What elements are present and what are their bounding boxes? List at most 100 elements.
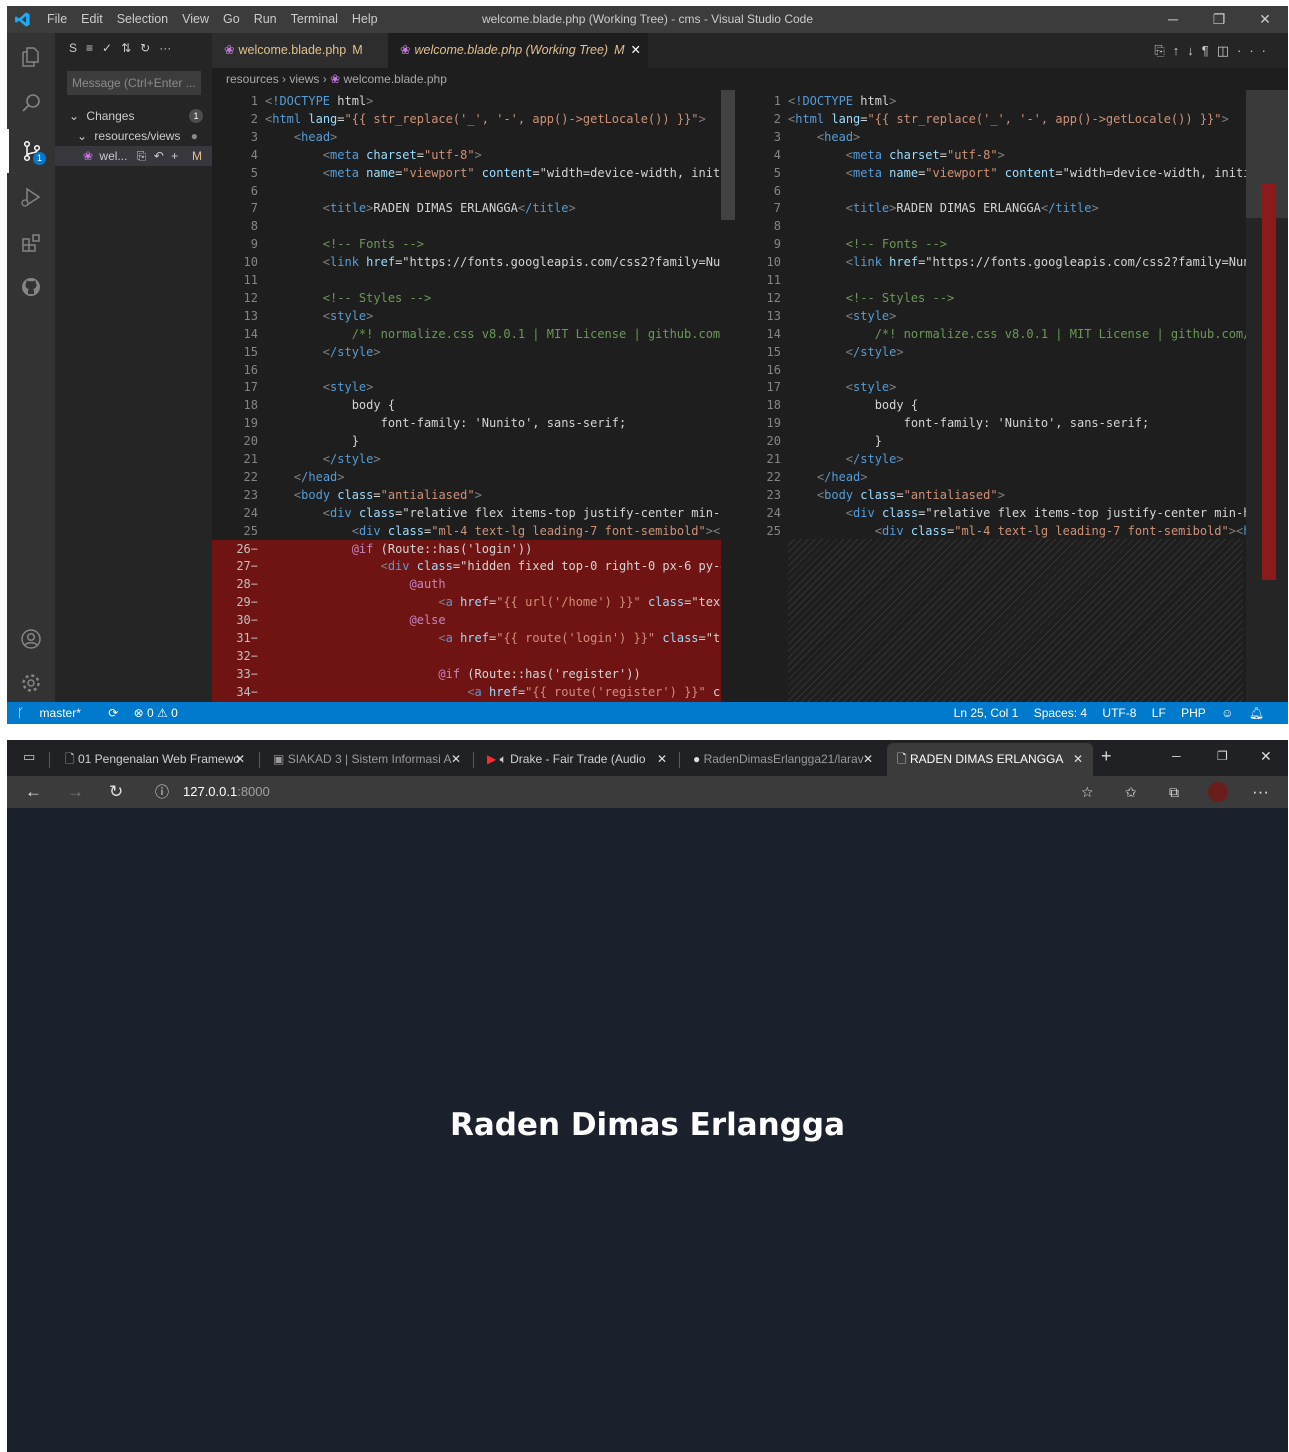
code-line[interactable]: 32− — [212, 646, 735, 665]
close-tab-icon[interactable]: ✕ — [863, 743, 873, 776]
code-line[interactable]: 29− <a href="{{ url('/home') }}" class="… — [212, 593, 735, 612]
close-tab-icon[interactable]: ✕ — [631, 43, 641, 57]
accounts-icon[interactable] — [7, 617, 55, 661]
notifications-bell-icon[interactable]: 🔔︎ — [1249, 706, 1264, 720]
menu-selection[interactable]: Selection — [110, 6, 175, 33]
code-line[interactable]: 10 <link href="https://fonts.googleapis.… — [212, 253, 735, 271]
code-line[interactable]: 22 </head> — [212, 468, 735, 486]
code-line[interactable]: 5 <meta name="viewport" content="width=d… — [212, 164, 735, 182]
next-change-icon[interactable]: ↓ — [1187, 43, 1202, 58]
discard-changes-icon[interactable]: ↶ — [154, 149, 164, 163]
code-line[interactable]: 27− <div class="hidden fixed top-0 right… — [212, 557, 735, 576]
code-line[interactable]: 6 — [212, 182, 735, 200]
code-line[interactable]: 25 <div class="ml-4 text-lg leading-7 fo… — [212, 522, 735, 540]
vertical-scrollbar[interactable] — [721, 90, 735, 702]
split-editor-icon[interactable]: ◫ — [1217, 43, 1237, 58]
code-line[interactable]: 10 <link href="https://fonts.googleapis.… — [735, 253, 1288, 271]
code-line[interactable]: 19 font-family: 'Nunito', sans-serif; — [212, 414, 735, 432]
more-actions-icon[interactable]: ··· — [159, 41, 171, 55]
code-line[interactable]: 21 </style> — [735, 450, 1288, 468]
code-line[interactable]: 3 <head> — [735, 128, 1288, 146]
code-line[interactable]: 18 body { — [735, 396, 1288, 414]
source-control-icon[interactable]: 1 — [7, 129, 55, 173]
previous-change-icon[interactable]: ↑ — [1173, 43, 1188, 58]
code-line[interactable]: 7 <title>RADEN DIMAS ERLANGGA</title> — [735, 199, 1288, 217]
diff-modified-pane[interactable]: 25 <div class="ml-4 text-lg leading-7 fo… — [735, 90, 1288, 702]
encoding[interactable]: UTF-8 — [1102, 706, 1136, 720]
browser-tab-active[interactable]: 🗋 RADEN DIMAS ERLANGGA ✕ — [887, 743, 1093, 776]
code-line[interactable]: 31− <a href="{{ route('login') }}" class… — [212, 629, 735, 647]
code-line[interactable]: 4 <meta charset="utf-8"> — [735, 146, 1288, 164]
commit-check-icon[interactable]: ✓ — [102, 41, 112, 55]
open-file-icon[interactable]: ⎘ — [137, 149, 147, 163]
code-line[interactable]: 1 <!DOCTYPE html> — [735, 92, 1288, 110]
browser-minimize-button[interactable]: ─ — [1172, 749, 1181, 763]
tab-welcome-blade-working-tree[interactable]: ❀ welcome.blade.php (Working Tree) M ✕ — [388, 33, 648, 68]
code-line[interactable]: 20 } — [212, 432, 735, 450]
back-arrow-icon[interactable]: ← — [25, 776, 42, 808]
code-line[interactable]: 8 — [212, 217, 735, 235]
code-line[interactable]: 5 <meta name="viewport" content="width=d… — [735, 164, 1288, 182]
code-line[interactable]: 1 <!DOCTYPE html> — [212, 92, 735, 110]
address-bar[interactable]: 127.0.0.1:8000 — [183, 776, 270, 808]
code-line[interactable]: 2 <html lang="{{ str_replace('_', '-', ap… — [735, 110, 1288, 128]
search-icon[interactable] — [7, 81, 55, 125]
profile-avatar[interactable] — [1208, 782, 1228, 802]
close-button[interactable]: ✕ — [1242, 6, 1288, 33]
minimap[interactable] — [1246, 90, 1288, 702]
code-line[interactable]: 24 <div class="relative flex items-top j… — [212, 504, 735, 522]
minimize-button[interactable]: ─ — [1150, 6, 1196, 33]
code-line[interactable]: 17 <style> — [735, 378, 1288, 396]
feedback-icon[interactable]: ☺ — [1221, 706, 1233, 720]
code-line[interactable]: 23 <body class="antialiased"> — [212, 486, 735, 504]
refresh-icon[interactable]: ↻ — [109, 776, 123, 808]
code-line[interactable]: 33− @if (Route::has('register')) — [212, 664, 735, 683]
pull-request-icon[interactable]: ⇅ — [121, 41, 131, 55]
code-line[interactable]: 15 </style> — [212, 343, 735, 361]
tab-welcome-blade[interactable]: ❀ welcome.blade.php M — [212, 33, 388, 68]
add-favorite-icon[interactable]: ☆ — [1081, 776, 1094, 808]
forward-arrow-icon[interactable]: → — [67, 776, 84, 808]
code-line[interactable]: 2 <html lang="{{ str_replace('_', '-', ap… — [212, 110, 735, 128]
code-line[interactable]: 9 <!-- Fonts --> — [735, 235, 1288, 253]
code-line[interactable]: 21 </style> — [212, 450, 735, 468]
favorites-icon[interactable]: ✩ — [1125, 776, 1137, 808]
code-line[interactable]: 16 — [212, 361, 735, 379]
browser-tab[interactable]: ▣ SIAKAD 3 | Sistem Informasi A ✕ — [263, 743, 471, 776]
diff-original-pane[interactable]: 35− @endif34− <a href="{{ route('registe… — [212, 90, 735, 702]
code-line[interactable]: 14 /*! normalize.css v8.0.1 | MIT Licens… — [735, 325, 1288, 343]
sync-icon[interactable]: ⟳ — [108, 706, 118, 720]
whitespace-icon[interactable]: ¶ — [1202, 43, 1217, 58]
scrollbar-thumb[interactable] — [721, 90, 735, 220]
changes-group[interactable]: ⌄ Changes 1 — [55, 106, 212, 126]
menu-terminal[interactable]: Terminal — [284, 6, 345, 33]
browser-tab[interactable]: ● RadenDimasErlangga21/larav ✕ — [683, 743, 883, 776]
close-tab-icon[interactable]: ✕ — [235, 743, 245, 776]
problems-indicator[interactable]: ⊗ 0 ⚠ 0 — [134, 706, 178, 720]
close-tab-icon[interactable]: ✕ — [1073, 743, 1083, 776]
branch-indicator[interactable]: ᚴ master* — [17, 706, 93, 720]
collections-icon[interactable]: ⧉ — [1169, 776, 1179, 808]
browser-tab[interactable]: ▶ 🔈︎ Drake - Fair Trade (Audio ✕ — [477, 743, 677, 776]
commit-message-input[interactable]: Message (Ctrl+Enter ... — [67, 71, 201, 95]
menu-edit[interactable]: Edit — [74, 6, 110, 33]
code-line[interactable]: 16 — [735, 361, 1288, 379]
code-line[interactable]: 8 — [735, 217, 1288, 235]
site-info-icon[interactable]: ⓘ — [155, 776, 169, 808]
menu-go[interactable]: Go — [216, 6, 247, 33]
code-line[interactable]: 12 <!-- Styles --> — [212, 289, 735, 307]
language-mode[interactable]: PHP — [1181, 706, 1206, 720]
run-debug-icon[interactable] — [7, 175, 55, 219]
code-line[interactable]: 3 <head> — [212, 128, 735, 146]
menu-view[interactable]: View — [175, 6, 216, 33]
code-line[interactable]: 18 body { — [212, 396, 735, 414]
code-line[interactable]: 25 <div class="ml-4 text-lg leading-7 fo… — [735, 522, 1288, 540]
code-line[interactable]: 26− @if (Route::has('login')) — [212, 539, 735, 558]
code-line[interactable]: 14 /*! normalize.css v8.0.1 | MIT Licens… — [212, 325, 735, 343]
folder-row[interactable]: ⌄ resources/views ● — [55, 126, 212, 146]
cursor-position[interactable]: Ln 25, Col 1 — [954, 706, 1019, 720]
more-options-icon[interactable]: ··· — [1252, 776, 1269, 808]
code-line[interactable]: 34− <a href="{{ route('register') }}" cl… — [212, 682, 735, 701]
tab-actions-icon[interactable]: ▭ — [23, 749, 35, 765]
breadcrumb-item[interactable]: welcome.blade.php — [343, 72, 446, 86]
